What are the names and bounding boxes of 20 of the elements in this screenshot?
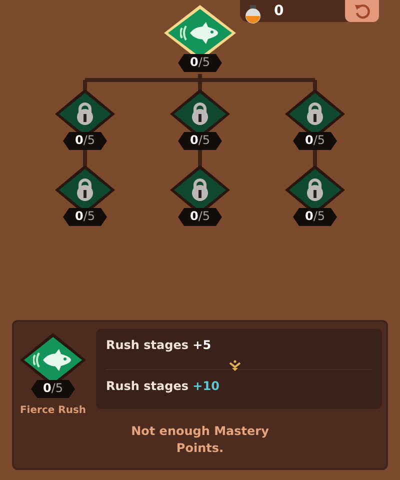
- lock-icon: [75, 102, 95, 126]
- stat-line: Rush stages +5: [106, 337, 212, 354]
- lock-icon: [75, 178, 95, 202]
- reset-button[interactable]: [345, 0, 379, 22]
- currency-amount: 0: [274, 2, 284, 21]
- connector-line: [83, 150, 87, 168]
- lock-icon: [305, 178, 325, 202]
- lock-icon: [305, 102, 325, 126]
- connector-line: [313, 150, 317, 168]
- lock-icon: [190, 102, 210, 126]
- stat-line: Rush stages +10: [106, 378, 220, 395]
- skill-name: Fierce Rush: [18, 404, 88, 418]
- potion-icon: [244, 4, 262, 24]
- fish-icon: [180, 22, 220, 44]
- connector-line: [198, 150, 202, 168]
- fish-icon: [33, 349, 73, 371]
- status-message: Not enough Mastery Points.: [130, 423, 270, 457]
- chevron-icon: [228, 360, 242, 372]
- lock-icon: [190, 178, 210, 202]
- reset-icon: [354, 3, 370, 19]
